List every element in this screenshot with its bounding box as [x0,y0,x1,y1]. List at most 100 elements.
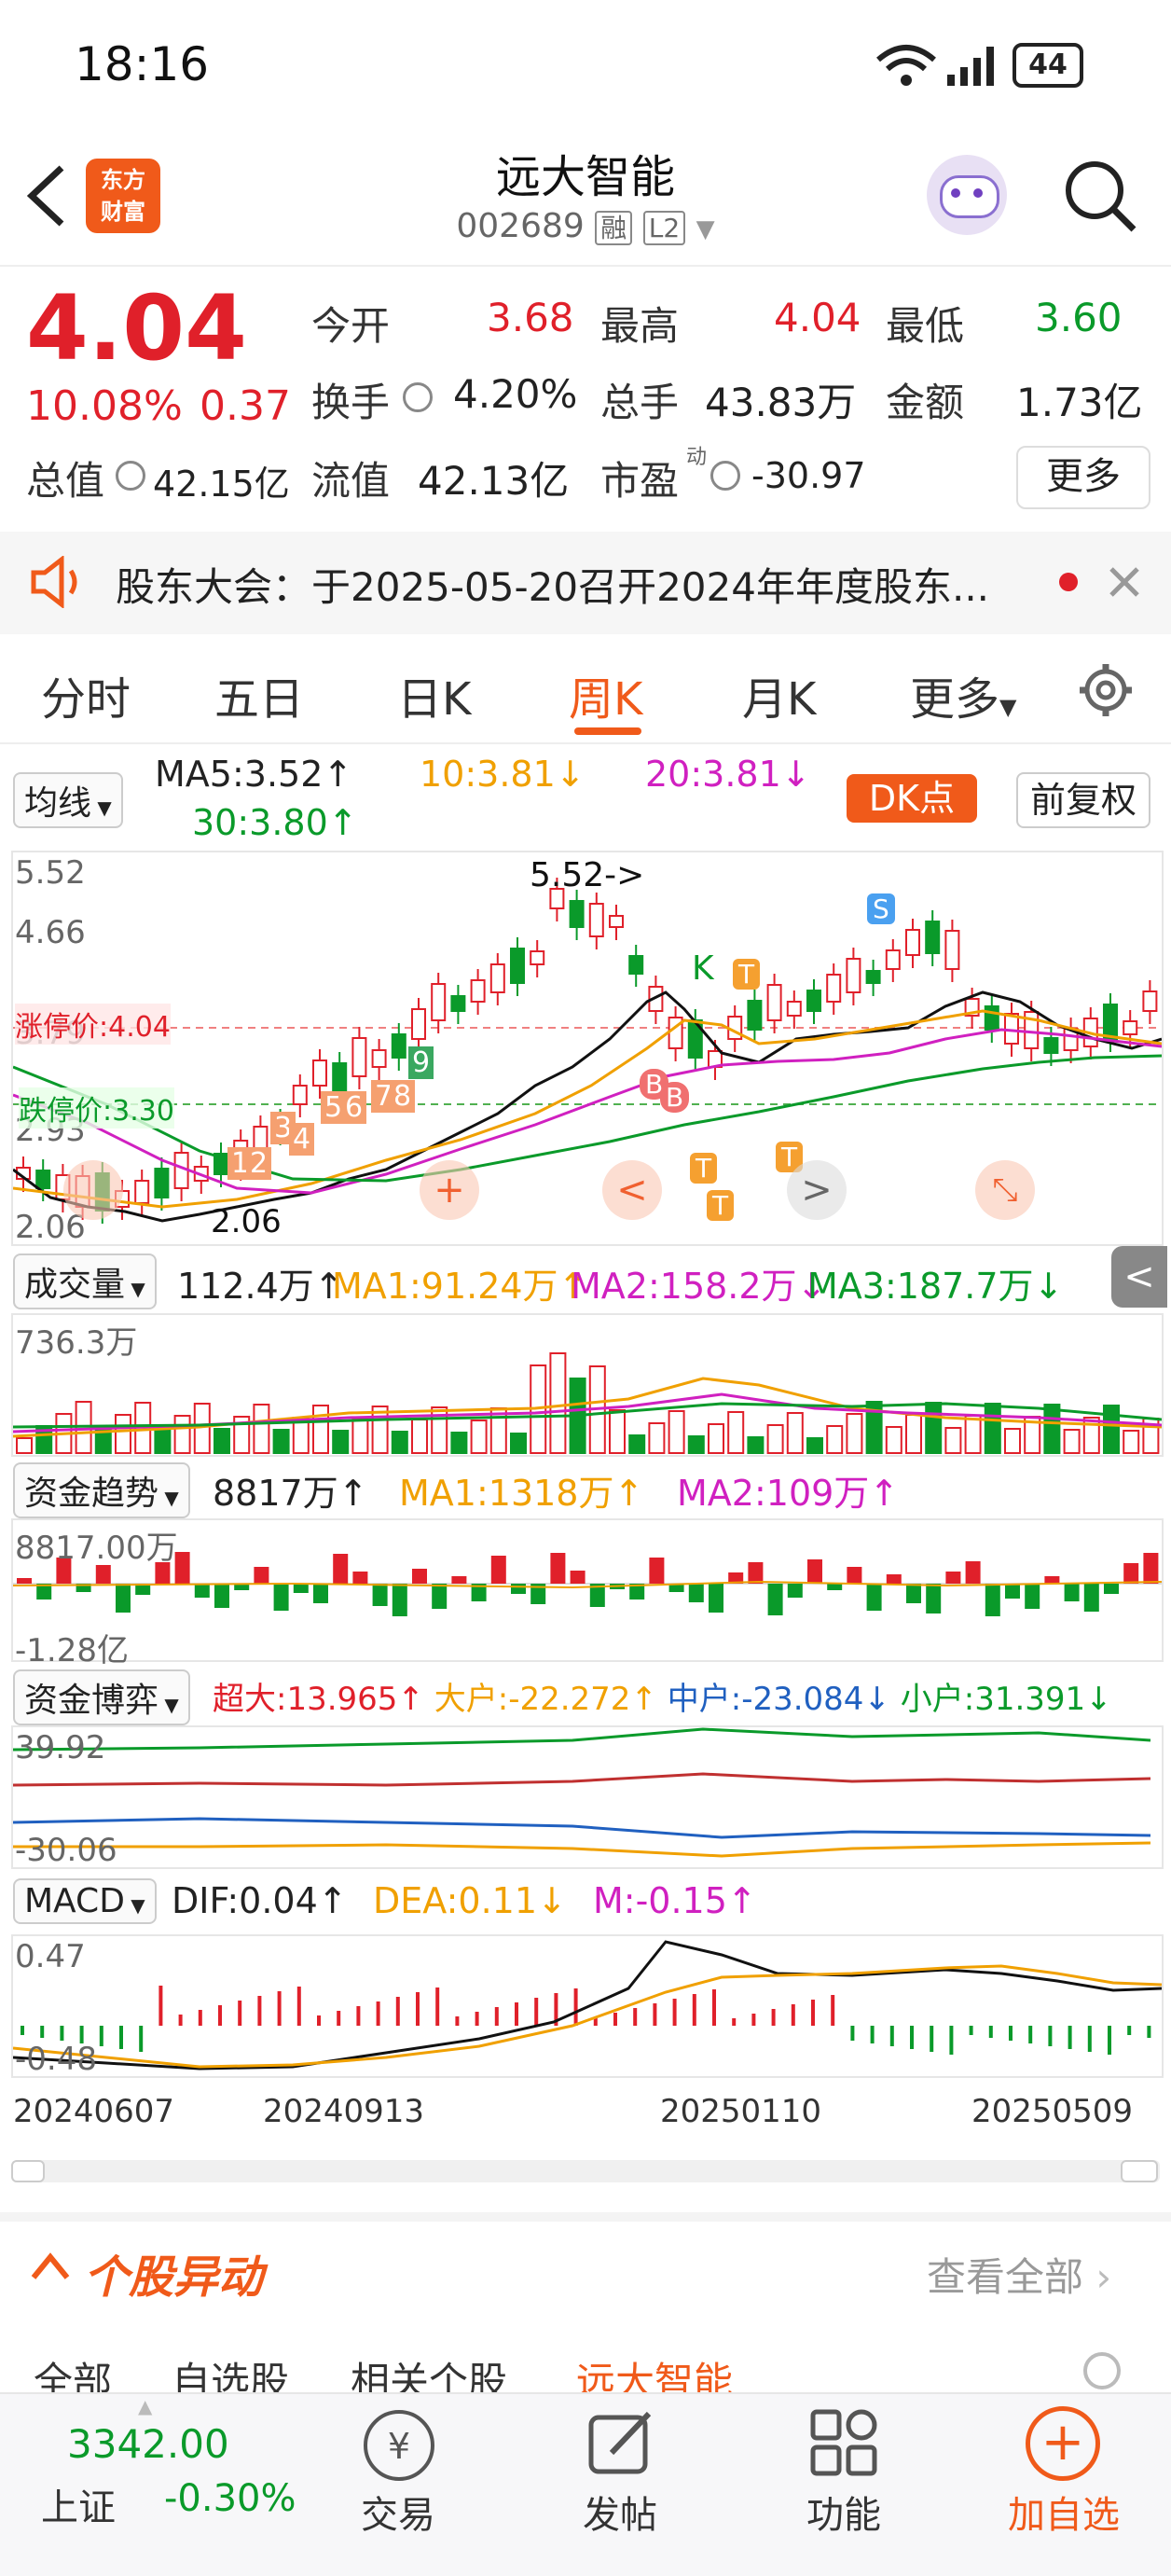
flow-bar [273,1584,289,1611]
fullscreen-icon[interactable]: ⤡ [975,1160,1035,1220]
volume-bar [272,1429,290,1454]
settings-gear-icon[interactable] [1078,662,1134,718]
pe-label: 市盈 [600,458,680,504]
wifi-icon [876,45,936,86]
macd-y-max: 0.47 [15,1938,86,1975]
candle-body [885,949,901,970]
info-icon[interactable] [403,382,433,412]
flow-bar [1005,1584,1020,1599]
collapse-icon[interactable] [30,2248,71,2285]
robot-assistant-icon[interactable] [927,155,1007,235]
volume-bar [332,1430,350,1454]
function-label[interactable]: 功能 [774,2485,914,2539]
volume-bar [115,1414,131,1454]
pe-sup: 动 [686,446,708,469]
volume-bar [925,1402,943,1454]
macd-selector-label: MACD [24,1882,125,1920]
ma10-value: 10:3.81↓ [420,754,586,795]
flow-bar [412,1569,427,1584]
trade-label[interactable]: 交易 [328,2485,468,2539]
kline-chart[interactable]: 5.52 4.66 3.79 2.93 2.06 涨停价:4.04 跌停价:3.… [11,851,1164,1246]
mktcap-label: 总值 [26,458,105,504]
volume-bar [905,1414,922,1454]
add-watchlist-label[interactable]: 加自选 [994,2485,1134,2539]
candle-body [411,1008,426,1040]
change-amount: 0.37 [200,382,291,430]
flow-bar [787,1584,803,1598]
y-axis-min: 2.06 [15,1209,86,1246]
macd-m: M:-0.15↑ [593,1880,757,1921]
tab-monthly-k[interactable]: 月K [742,662,816,727]
candle-body [766,984,782,1021]
flow-y-max: 8817.00万 [15,1530,178,1567]
prev-button[interactable]: < [602,1160,662,1220]
flow-bar [886,1574,902,1584]
adjust-button[interactable]: 前复权 [1016,772,1150,828]
tab-weekly-k[interactable]: 周K [569,662,642,727]
index-value[interactable]: 3342.00 [67,2421,229,2467]
tab-more-label: 更多 [910,673,1000,726]
close-icon[interactable] [1106,563,1143,601]
collapse-panel-button[interactable]: < [1111,1246,1167,1308]
divider [0,742,1171,744]
signal-tag: 9 [408,1046,434,1079]
flow-bar [194,1584,210,1598]
macd-selector[interactable]: MACD ▼ [13,1878,157,1924]
ma5-value: MA5:3.52↑ [155,754,353,795]
buy-tag: B [660,1082,690,1113]
info-icon[interactable] [116,461,145,491]
tab-daily-k[interactable]: 日K [397,662,471,727]
tab-intraday[interactable]: 分时 [41,662,131,727]
tab-five-day[interactable]: 五日 [214,662,304,727]
candle-body [628,955,644,975]
dropdown-icon: ▼ [91,796,112,819]
search-icon[interactable] [1061,157,1139,235]
turnover-label: 换手 [311,380,391,425]
chart-scrollbar[interactable] [11,2160,1160,2182]
flow-bar [906,1584,921,1603]
scroll-left-fast-button[interactable] [63,1160,123,1220]
volume-selector[interactable]: 成交量 ▼ [13,1253,157,1309]
volume-bar [687,1435,705,1454]
ma-selector[interactable]: 均线 ▼ [13,772,123,828]
macd-dea: DEA:0.11↓ [373,1880,567,1921]
candle-body [371,1049,387,1068]
mktcap-value: 42.15亿 [153,464,290,505]
post-edit-icon[interactable] [584,2406,658,2481]
dk-button[interactable]: DK点 [847,774,977,823]
up-arrow-icon: ▲ [138,2395,153,2417]
max-price-note: 5.52-> [530,856,645,894]
trade-icon[interactable]: ¥ [364,2410,434,2481]
candle-body [312,1059,327,1087]
float-value: 42.13亿 [418,458,570,504]
vol-y-max: 736.3万 [15,1324,138,1362]
index-pct[interactable]: -0.30% [164,2477,296,2520]
candle-body [747,1000,763,1031]
flow-value-text: 8817万 [213,1473,338,1514]
candle-body [510,948,525,984]
flow-selector[interactable]: 资金趋势 ▼ [13,1462,190,1518]
function-grid-icon[interactable] [807,2406,882,2481]
next-button[interactable]: > [787,1160,847,1220]
volume-bar [1103,1405,1120,1454]
add-watchlist-icon[interactable]: + [1026,2406,1100,2481]
game-y-max: 39.92 [15,1729,106,1766]
volume-bar [214,1428,230,1454]
zoom-in-button[interactable]: + [420,1160,479,1220]
volume-bar [1123,1430,1140,1454]
candle-body [944,930,960,970]
tab-more[interactable]: 更多▼ [910,662,1016,727]
scroll-handle-right[interactable] [1121,2160,1158,2182]
index-name[interactable]: 上证 [41,2477,116,2531]
info-icon[interactable] [710,461,740,491]
settings-gear-icon[interactable] [1083,2352,1121,2389]
limit-down-label: 跌停价:3.30 [19,1087,174,1129]
volume-bar [984,1403,1001,1454]
scroll-handle-left[interactable] [11,2160,45,2182]
game-chart: 39.92 -30.06 [11,1725,1164,1869]
flow-bar [451,1576,467,1584]
view-all-link[interactable]: 查看全部 › [927,2246,1111,2303]
game-selector[interactable]: 资金博弈 ▼ [13,1669,190,1725]
more-button[interactable]: 更多 [1016,446,1150,509]
post-label[interactable]: 发帖 [550,2485,690,2539]
